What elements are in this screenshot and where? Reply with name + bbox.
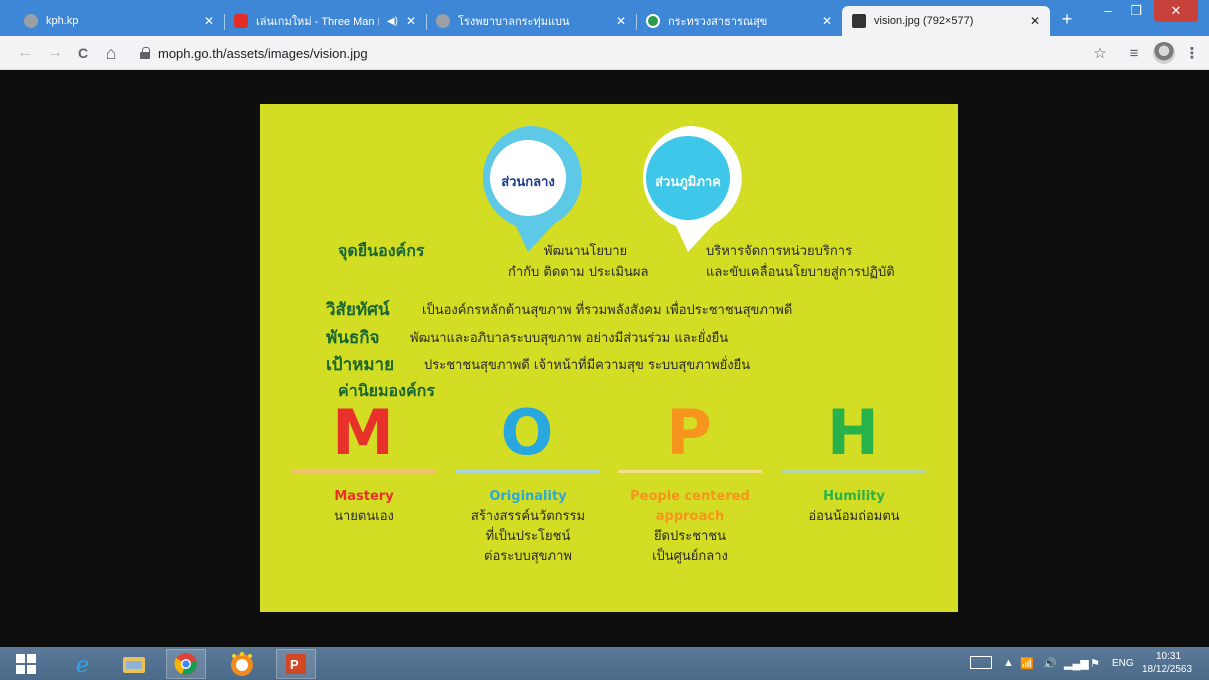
stance-heading: จุดยืนองค์กร xyxy=(338,241,425,260)
svg-text:e: e xyxy=(76,653,89,676)
vision-heading: วิสัยทัศน์ xyxy=(326,300,390,320)
media-playlist-icon[interactable]: ≡ xyxy=(1124,44,1144,64)
reload-button[interactable]: C xyxy=(72,42,94,64)
stance-regional-line-1: บริหารจัดการหน่วยบริการ xyxy=(706,244,853,259)
tab-hospital[interactable]: โรงพยาบาลกระทุ่มแบน ✕ xyxy=(426,6,636,36)
network-icon[interactable]: 📶 xyxy=(1020,657,1034,670)
chrome-icon xyxy=(174,653,197,675)
browser-toolbar: ← → C ⌂ moph.go.th/assets/images/vision.… xyxy=(0,36,1209,70)
value-underline-h xyxy=(782,470,926,473)
tab-title: เล่นเกมใหม่ - Three Man Down xyxy=(256,16,379,28)
tab-moph[interactable]: กระทรวงสาธารณสุข ✕ xyxy=(636,6,842,36)
mission-text: พัฒนาและอภิบาลระบบสุขภาพ อย่างมีส่วนร่วม… xyxy=(410,331,729,346)
tab-youtube[interactable]: เล่นเกมใหม่ - Three Man Down ◀) ✕ xyxy=(224,6,426,36)
clock-time[interactable]: 10:31 xyxy=(1156,651,1181,662)
signal-icon[interactable]: ▂▄▆ xyxy=(1064,657,1089,670)
minimize-button[interactable]: – xyxy=(1096,0,1120,22)
keyboard-icon[interactable] xyxy=(970,656,992,669)
value-desc-originality-2: ที่เป็นประโยชน์ xyxy=(485,529,571,544)
vision-image[interactable]: ส่วนกลาง ส่วนภูมิภาค จุดยืนองค์กร พัฒนาน… xyxy=(260,104,958,612)
moph-logo-icon xyxy=(646,14,660,28)
language-indicator[interactable]: ENG xyxy=(1112,658,1134,669)
lock-icon[interactable] xyxy=(140,47,150,59)
tab-title: โรงพยาบาลกระทุ่มแบน xyxy=(458,16,570,28)
tab-kph[interactable]: kph.kp ✕ xyxy=(14,6,224,36)
taskbar-chrome[interactable] xyxy=(166,649,206,679)
speaker-icon[interactable]: ◀) xyxy=(387,16,398,27)
forward-button[interactable]: → xyxy=(44,42,66,64)
close-icon[interactable]: ✕ xyxy=(822,14,832,28)
value-name-people-centered: People centered xyxy=(630,489,750,504)
globe-icon xyxy=(436,14,450,28)
taskbar-file-explorer[interactable] xyxy=(114,649,154,679)
mission-heading: พันธกิจ xyxy=(326,328,380,348)
value-desc-humility: อ่อนน้อมถ่อมตน xyxy=(808,509,900,524)
internet-explorer-icon: e xyxy=(76,653,89,676)
back-button[interactable]: ← xyxy=(14,42,36,64)
close-icon[interactable]: ✕ xyxy=(1030,14,1040,28)
address-bar[interactable]: moph.go.th/assets/images/vision.jpg xyxy=(130,41,1090,65)
value-desc-people-1: ยึดประชาชน xyxy=(653,529,727,544)
value-name-originality: Originality xyxy=(489,489,567,504)
value-letter-p: P xyxy=(666,396,712,469)
taskbar-game-app[interactable] xyxy=(222,649,262,679)
stance-central-line-2: กำกับ ติดตาม ประเมินผล xyxy=(508,265,649,280)
goal-heading: เป้าหมาย xyxy=(326,355,395,375)
value-underline-p xyxy=(618,470,762,473)
image-icon xyxy=(852,14,866,28)
menu-icon[interactable]: ⋮ xyxy=(1182,44,1202,64)
stance-central-line-1: พัฒนานโยบาย xyxy=(544,244,628,259)
tab-title: vision.jpg (792×577) xyxy=(874,15,974,27)
value-name-humility: Humility xyxy=(823,489,885,504)
value-desc-mastery: นายตนเอง xyxy=(334,509,394,524)
globe-icon xyxy=(24,14,38,28)
stance-regional-line-2: และขับเคลื่อนนโยบายสู่การปฏิบัติ xyxy=(706,265,895,280)
value-underline-m xyxy=(292,470,436,473)
goal-text: ประชาชนสุขภาพดี เจ้าหน้าที่มีความสุข ระบ… xyxy=(424,358,751,373)
tab-title: กระทรวงสาธารณสุข xyxy=(668,16,768,28)
action-center-flag-icon[interactable]: ⚑ xyxy=(1090,657,1100,670)
value-name-approach: approach xyxy=(655,509,725,524)
pin-regional-label: ส่วนภูมิภาค xyxy=(655,175,721,190)
value-underline-o xyxy=(456,470,600,473)
url-text[interactable]: moph.go.th/assets/images/vision.jpg xyxy=(158,46,368,61)
close-icon[interactable]: ✕ xyxy=(406,14,416,28)
value-letter-o: O xyxy=(500,396,554,469)
value-desc-originality-1: สร้างสรรค์นวัตกรรม xyxy=(470,509,586,524)
volume-icon[interactable]: 🔊 xyxy=(1043,657,1057,670)
folder-icon xyxy=(123,657,145,673)
tab-vision-jpg[interactable]: vision.jpg (792×577) ✕ xyxy=(842,6,1050,36)
start-button[interactable] xyxy=(4,649,48,679)
show-hidden-icons-icon[interactable]: ▲ xyxy=(1003,657,1014,669)
taskbar-powerpoint[interactable]: P xyxy=(276,649,316,679)
youtube-icon xyxy=(234,14,248,28)
vision-text: เป็นองค์กรหลักด้านสุขภาพ ที่รวมพลังสังคม… xyxy=(422,303,793,318)
close-icon[interactable]: ✕ xyxy=(204,14,214,28)
close-window-button[interactable]: ✕ xyxy=(1154,0,1198,22)
tab-title: kph.kp xyxy=(46,15,79,27)
taskbar-internet-explorer[interactable]: e xyxy=(64,649,104,679)
value-desc-people-2: เป็นศูนย์กลาง xyxy=(652,549,728,564)
windows-logo-icon xyxy=(16,654,36,674)
windows-taskbar: e P ▲ 📶 🔊 ▂▄▆ ⚑ ENG 10:31 18/12/2563 xyxy=(0,647,1209,680)
value-name-mastery: Mastery xyxy=(334,489,394,504)
close-icon[interactable]: ✕ xyxy=(616,14,626,28)
value-letter-m: M xyxy=(332,396,394,469)
value-letter-h: H xyxy=(827,396,879,469)
image-viewer: ส่วนกลาง ส่วนภูมิภาค จุดยืนองค์กร พัฒนาน… xyxy=(0,71,1209,647)
value-desc-originality-3: ต่อระบบสุขภาพ xyxy=(484,549,572,564)
game-app-icon xyxy=(231,652,253,676)
bookmark-star-icon[interactable]: ☆ xyxy=(1090,44,1110,64)
profile-avatar[interactable] xyxy=(1153,42,1175,64)
new-tab-button[interactable]: + xyxy=(1056,8,1078,30)
home-button[interactable]: ⌂ xyxy=(100,42,122,64)
maximize-button[interactable]: ❐ xyxy=(1124,0,1148,22)
svg-text:P: P xyxy=(290,657,299,672)
browser-tab-strip: kph.kp ✕ เล่นเกมใหม่ - Three Man Down ◀)… xyxy=(0,0,1209,36)
pin-central-label: ส่วนกลาง xyxy=(501,175,555,190)
clock-date[interactable]: 18/12/2563 xyxy=(1142,664,1192,675)
powerpoint-icon: P xyxy=(286,654,306,674)
